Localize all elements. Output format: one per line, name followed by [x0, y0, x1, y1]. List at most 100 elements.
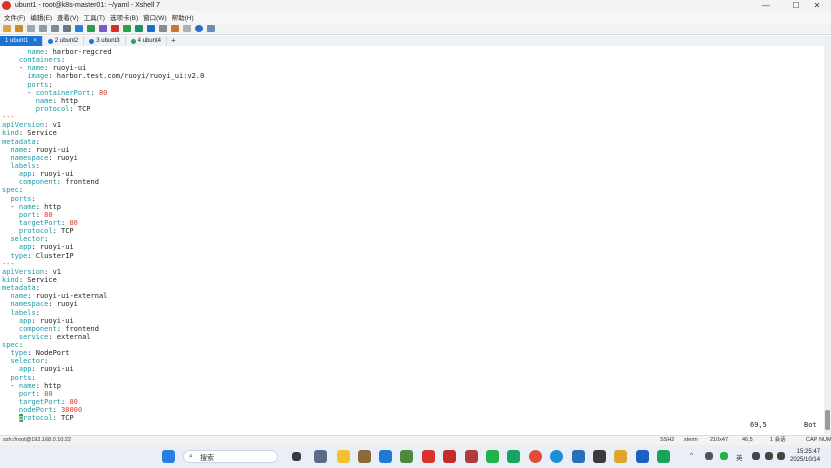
transfer-icon[interactable]	[123, 25, 131, 32]
app-icon-yellow[interactable]	[614, 450, 627, 463]
disconnect-icon[interactable]	[27, 25, 35, 32]
lock-icon[interactable]	[159, 25, 167, 32]
open-folder-icon[interactable]	[15, 25, 23, 32]
help-icon[interactable]	[195, 25, 203, 32]
tray-chevron-icon[interactable]: ^	[690, 452, 693, 459]
app-icon-blue[interactable]	[572, 450, 585, 463]
terminal-token: :	[44, 235, 49, 244]
copy-icon[interactable]	[51, 25, 59, 32]
tray-app-icon[interactable]	[705, 452, 713, 460]
terminal-token: : ruoyi-ui	[31, 170, 74, 179]
tab-ubunt1[interactable]: 1 ubunt1 ×	[0, 36, 43, 46]
terminal-line: selector:	[2, 357, 824, 365]
properties-icon[interactable]	[75, 25, 83, 32]
terminal-token: : http	[52, 96, 78, 105]
terminal-output[interactable]: name: harbor-regcred containers: - name:…	[0, 46, 824, 434]
system-clock[interactable]: 15:25:47 2025/10/14	[790, 448, 820, 464]
menu-tabs[interactable]: 选项卡(B)	[110, 12, 138, 22]
close-button[interactable]: ✕	[803, 0, 831, 11]
battery-icon[interactable]	[777, 452, 785, 460]
connection-info: ssh://root@192.168.0.10:22	[3, 437, 71, 443]
tray-wechat-icon[interactable]	[720, 452, 728, 460]
terminal-token: name	[35, 96, 53, 105]
xshell-taskbar-icon[interactable]	[422, 450, 435, 463]
protocol-info: SSH2	[660, 437, 675, 443]
terminal-token: :	[18, 341, 24, 350]
settings-icon[interactable]	[314, 450, 327, 463]
script-icon[interactable]	[147, 25, 155, 32]
app-icon-teal[interactable]	[507, 450, 520, 463]
file-explorer-icon[interactable]	[337, 450, 350, 463]
ime-indicator[interactable]: 英	[736, 452, 743, 462]
tab-ubunt4[interactable]: 4 ubunt4	[126, 36, 167, 46]
terminal-line: containers:	[2, 56, 824, 64]
network-icon[interactable]	[752, 452, 760, 460]
wechat-icon[interactable]	[486, 450, 499, 463]
terminal-token: : ruoyi-ui	[31, 316, 74, 325]
search-icon: ⌕	[189, 453, 193, 460]
toolbar	[0, 23, 831, 35]
terminal-line: app: ruoyi-ui	[2, 365, 824, 373]
word-icon[interactable]	[636, 450, 649, 463]
menu-window[interactable]: 窗口(W)	[143, 12, 166, 22]
windows-taskbar: ⌕ 搜索 ^ 英 15:25:47 2025/10/14	[0, 445, 831, 468]
scrollbar-thumb[interactable]	[825, 410, 830, 430]
minimize-button[interactable]: —	[752, 0, 780, 11]
terminal-token: :	[35, 161, 40, 170]
terminal-line: port: 80	[2, 390, 824, 398]
start-icon[interactable]	[162, 450, 175, 463]
terminal-token: targetPort	[18, 398, 62, 407]
vscode-icon[interactable]	[379, 450, 392, 463]
chrome-icon[interactable]	[529, 450, 542, 463]
terminal-token: :	[18, 186, 24, 195]
terminal-token: :	[52, 406, 62, 415]
terminal-token: :	[61, 56, 66, 65]
terminal-token: : v1	[44, 121, 62, 130]
menu-view[interactable]: 查看(V)	[57, 12, 79, 22]
archive-icon[interactable]	[358, 450, 371, 463]
terminal-token: port	[18, 389, 36, 398]
terminal-scrollbar[interactable]	[824, 46, 831, 434]
menu-file[interactable]: 文件(F)	[4, 12, 25, 22]
app-icon-dark[interactable]	[593, 450, 606, 463]
terminal-line: - name: http	[2, 382, 824, 390]
taskbar-search[interactable]: ⌕ 搜索	[183, 450, 278, 463]
terminal-token: :	[35, 389, 45, 398]
menu-tools[interactable]: 工具(T)	[84, 12, 105, 22]
terminal-line: app: ruoyi-ui	[2, 170, 824, 178]
terminal-token: app	[18, 316, 32, 325]
edge-icon[interactable]	[550, 450, 563, 463]
menu-help[interactable]: 帮助(H)	[172, 12, 194, 22]
app-icon-green2[interactable]	[657, 450, 670, 463]
tab-label: 1 ubunt1	[5, 38, 29, 44]
reconnect-icon[interactable]	[39, 25, 47, 32]
terminal-token: kind	[2, 275, 19, 284]
xftp-icon[interactable]	[111, 25, 119, 32]
tab-ubunt3[interactable]: 3 ubunt3	[84, 36, 126, 46]
fullscreen-icon[interactable]	[135, 25, 143, 32]
terminal-token: : external	[48, 332, 91, 341]
chat-icon[interactable]	[207, 25, 215, 32]
menu-edit[interactable]: 编辑(E)	[30, 12, 52, 22]
highlight-icon[interactable]	[171, 25, 179, 32]
search-icon[interactable]	[63, 25, 71, 32]
app-icon-green[interactable]	[400, 450, 413, 463]
globe-icon[interactable]	[87, 25, 95, 32]
volume-icon[interactable]	[765, 452, 773, 460]
app-icon-darkred[interactable]	[465, 450, 478, 463]
terminal-token: : Service	[18, 275, 57, 284]
add-tab-button[interactable]: +	[167, 36, 180, 46]
close-tab-icon[interactable]: ×	[33, 36, 37, 46]
terminal-line: app: ruoyi-ui	[2, 317, 824, 325]
terminal-token: containerPort	[35, 88, 91, 97]
app-icon-red[interactable]	[443, 450, 456, 463]
terminal-token: image	[27, 72, 49, 81]
layout-icon[interactable]	[183, 25, 191, 32]
task-view-icon[interactable]	[292, 452, 301, 461]
new-session-icon[interactable]	[3, 25, 11, 32]
font-icon[interactable]	[99, 25, 107, 32]
tab-ubunt2[interactable]: 2 ubunt2	[43, 36, 85, 46]
